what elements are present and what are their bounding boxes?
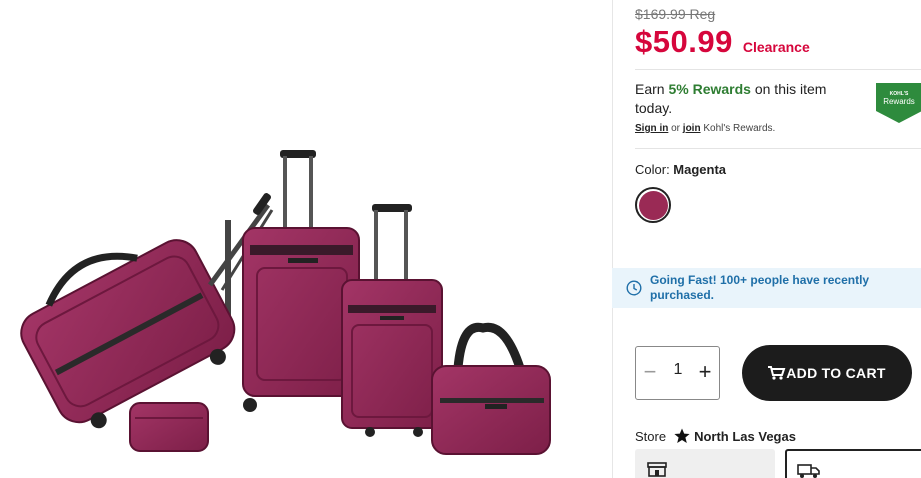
truck-icon bbox=[797, 464, 820, 478]
panel-divider bbox=[612, 0, 613, 478]
clock-icon bbox=[626, 280, 642, 296]
star-icon bbox=[674, 428, 690, 443]
rewards-highlight: 5% Rewards bbox=[668, 81, 751, 97]
add-to-cart-label: ADD TO CART bbox=[786, 365, 886, 381]
sale-price-row: $50.99 Clearance bbox=[635, 24, 810, 60]
rewards-program-text: Kohl's Rewards. bbox=[700, 123, 776, 134]
rewards-message: Earn 5% Rewards on this item today. bbox=[635, 80, 855, 118]
quantity-stepper: − 1 + bbox=[635, 346, 720, 400]
pickup-option[interactable] bbox=[635, 449, 775, 478]
sale-price: $50.99 bbox=[635, 24, 733, 59]
rewards-signin: Sign in or join Kohl's Rewards. bbox=[635, 123, 775, 134]
swatch-fill bbox=[638, 190, 668, 220]
color-value: Magenta bbox=[673, 162, 727, 177]
going-fast-text: Going Fast! 100+ people have recently pu… bbox=[650, 273, 870, 302]
store-name: North Las Vegas bbox=[694, 428, 796, 444]
luggage-set-illustration bbox=[20, 150, 551, 455]
color-swatch-magenta[interactable] bbox=[635, 187, 671, 223]
product-image[interactable] bbox=[0, 0, 612, 478]
quantity-increase-button[interactable]: + bbox=[694, 359, 716, 387]
store-selector[interactable]: Store North Las Vegas bbox=[635, 428, 796, 444]
join-link[interactable]: join bbox=[683, 123, 701, 134]
color-label-prefix: Color: bbox=[635, 162, 674, 177]
going-fast-banner: Going Fast! 100+ people have recently pu… bbox=[612, 268, 921, 308]
quantity-decrease-button[interactable]: − bbox=[640, 359, 660, 387]
regular-price: $169.99 Reg bbox=[635, 6, 716, 22]
kohls-rewards-badge-icon: KOHL'S Rewards bbox=[876, 83, 921, 123]
quantity-value[interactable]: 1 bbox=[666, 361, 690, 379]
cart-icon bbox=[768, 366, 786, 380]
store-icon bbox=[647, 462, 667, 477]
clearance-tag: Clearance bbox=[742, 39, 810, 55]
or-text: or bbox=[668, 123, 683, 134]
badge-bottom-text: Rewards bbox=[883, 97, 915, 106]
signin-link[interactable]: Sign in bbox=[635, 123, 668, 134]
divider bbox=[635, 69, 921, 70]
purchase-panel: $169.99 Reg $50.99 Clearance Earn 5% Rew… bbox=[635, 0, 921, 478]
ship-option[interactable] bbox=[785, 449, 921, 478]
color-label: Color: Magenta bbox=[635, 162, 726, 177]
store-label: Store bbox=[635, 428, 667, 444]
divider bbox=[635, 148, 921, 149]
add-to-cart-button[interactable]: ADD TO CART bbox=[742, 345, 912, 401]
rewards-prefix: Earn bbox=[635, 81, 669, 97]
